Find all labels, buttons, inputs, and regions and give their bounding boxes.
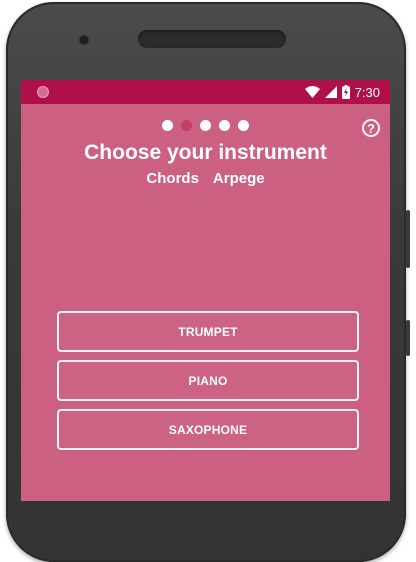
clock-time: 7:30 — [354, 84, 380, 100]
mode-chords[interactable]: Chords — [146, 170, 199, 187]
pager-dot[interactable] — [200, 120, 211, 131]
help-circle-icon[interactable]: ? — [362, 119, 380, 137]
front-camera — [80, 36, 88, 44]
battery-charging-icon — [341, 85, 350, 99]
status-bar: 7:30 — [21, 80, 390, 104]
pager-dot[interactable] — [238, 120, 249, 131]
trumpet-button[interactable]: TRUMPET — [57, 311, 359, 352]
earpiece-speaker — [138, 30, 286, 48]
wifi-icon — [304, 86, 320, 98]
piano-button[interactable]: PIANO — [57, 360, 359, 401]
pager-dot-active[interactable] — [181, 120, 192, 131]
status-icons: 7:30 — [304, 82, 380, 102]
pager-indicator — [21, 120, 390, 131]
pager-dot[interactable] — [162, 120, 173, 131]
mode-arpege[interactable]: Arpege — [213, 170, 265, 187]
mode-labels: Chords Arpege — [21, 170, 390, 187]
volume-button — [406, 210, 410, 268]
page-title: Choose your instrument — [84, 141, 327, 164]
app-screen: 7:30 ? Choose your instrument Chords Arp… — [21, 80, 390, 501]
signal-icon — [324, 86, 337, 98]
circle-app-icon — [37, 86, 49, 98]
power-button — [406, 320, 410, 356]
pager-dot[interactable] — [219, 120, 230, 131]
saxophone-button[interactable]: SAXOPHONE — [57, 409, 359, 450]
